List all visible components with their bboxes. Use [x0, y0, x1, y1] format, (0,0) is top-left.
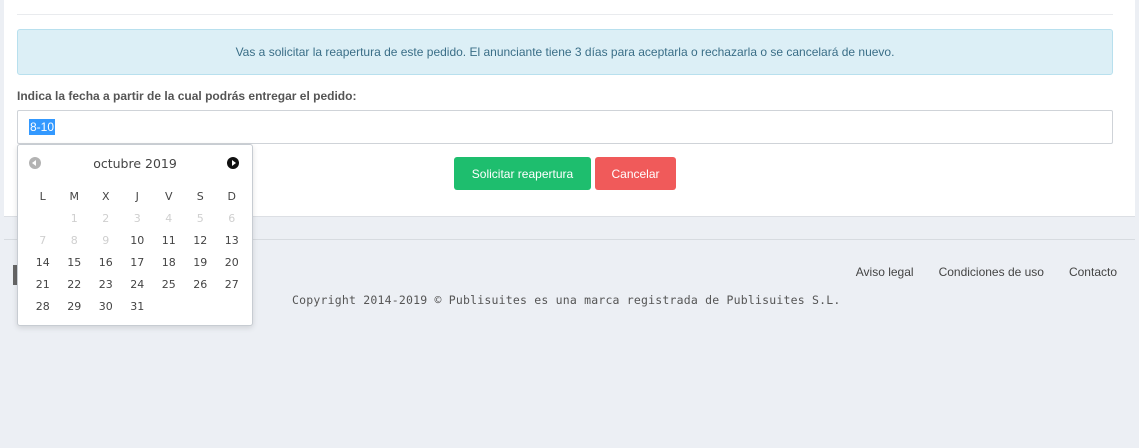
- calendar-day[interactable]: 28: [27, 300, 59, 313]
- calendar-day-disabled: 8: [70, 233, 78, 247]
- calendar-day[interactable]: 11: [153, 234, 185, 247]
- date-input[interactable]: 8-10: [17, 110, 1113, 144]
- calendar-day-disabled: 9: [102, 233, 110, 247]
- calendar-day[interactable]: 29: [59, 300, 91, 313]
- datepicker-week-row: 21 22 23 24 25 26 27: [27, 273, 248, 295]
- calendar-day[interactable]: 26: [185, 278, 217, 291]
- calendar-day[interactable]: 30: [90, 300, 122, 313]
- calendar-day-disabled: 5: [196, 211, 204, 225]
- weekday-label: S: [196, 189, 204, 203]
- calendar-day[interactable]: 21: [27, 278, 59, 291]
- calendar-day[interactable]: 15: [59, 256, 91, 269]
- datepicker-week-row: 14 15 16 17 18 19 20: [27, 251, 248, 273]
- datepicker-header: octubre 2019: [18, 153, 252, 173]
- calendar-day[interactable]: 23: [90, 278, 122, 291]
- request-reopen-button[interactable]: Solicitar reapertura: [454, 157, 591, 190]
- calendar-day-disabled: 6: [228, 211, 236, 225]
- calendar-day[interactable]: 25: [153, 278, 185, 291]
- footer-link-contacto[interactable]: Contacto: [1069, 265, 1117, 279]
- calendar-day[interactable]: 17: [122, 256, 154, 269]
- info-alert-message: Vas a solicitar la reapertura de este pe…: [235, 45, 895, 59]
- calendar-day-disabled: 3: [133, 211, 141, 225]
- calendar-day[interactable]: 12: [185, 234, 217, 247]
- datepicker-month-title: octubre 2019: [93, 156, 177, 171]
- weekday-label: J: [135, 189, 139, 203]
- calendar-day[interactable]: 14: [27, 256, 59, 269]
- divider: [17, 14, 1113, 15]
- footer-link-condiciones[interactable]: Condiciones de uso: [939, 265, 1044, 279]
- weekday-label: L: [39, 189, 46, 203]
- info-alert: Vas a solicitar la reapertura de este pe…: [17, 29, 1113, 75]
- calendar-day[interactable]: 22: [59, 278, 91, 291]
- calendar-day-disabled: 4: [165, 211, 173, 225]
- calendar-day[interactable]: 13: [216, 234, 248, 247]
- calendar-day[interactable]: 18: [153, 256, 185, 269]
- calendar-day[interactable]: 16: [90, 256, 122, 269]
- chevron-right-circle-icon[interactable]: [227, 157, 239, 169]
- datepicker-popup: octubre 2019 LMXJVSD 1 2 3 4 5 6 7 8 9 10 11 12 13 14…: [17, 144, 253, 326]
- calendar-day[interactable]: 27: [216, 278, 248, 291]
- date-field-label: Indica la fecha a partir de la cual podr…: [17, 89, 357, 103]
- weekday-label: X: [101, 189, 110, 203]
- datepicker-week-row: 1 2 3 4 5 6: [27, 207, 248, 229]
- calendar-day-disabled: 1: [70, 211, 78, 225]
- copyright-text: Copyright 2014-2019 © Publisuites es una…: [292, 293, 841, 307]
- date-input-value[interactable]: 8-10: [29, 119, 56, 135]
- datepicker-grid: LMXJVSD 1 2 3 4 5 6 7 8 9 10 11 12 13 14 15 16 17 18 19 20 2…: [27, 185, 248, 317]
- weekday-label: D: [227, 189, 236, 203]
- weekday-label: M: [69, 189, 80, 203]
- calendar-day[interactable]: 10: [122, 234, 154, 247]
- cancel-button[interactable]: Cancelar: [595, 157, 676, 190]
- datepicker-week-row: 28 29 30 31: [27, 295, 248, 317]
- calendar-day-disabled: 2: [102, 211, 110, 225]
- calendar-day[interactable]: 20: [216, 256, 248, 269]
- weekday-label: V: [164, 189, 173, 203]
- calendar-day[interactable]: 19: [185, 256, 217, 269]
- footer-links: Aviso legal Condiciones de uso Contacto: [856, 265, 1117, 279]
- calendar-day[interactable]: 31: [122, 300, 154, 313]
- weekday-header-row: LMXJVSD: [27, 185, 248, 207]
- datepicker-week-row: 7 8 9 10 11 12 13: [27, 229, 248, 251]
- calendar-day-disabled: 7: [39, 233, 47, 247]
- footer-link-aviso-legal[interactable]: Aviso legal: [856, 265, 914, 279]
- calendar-day[interactable]: 24: [122, 278, 154, 291]
